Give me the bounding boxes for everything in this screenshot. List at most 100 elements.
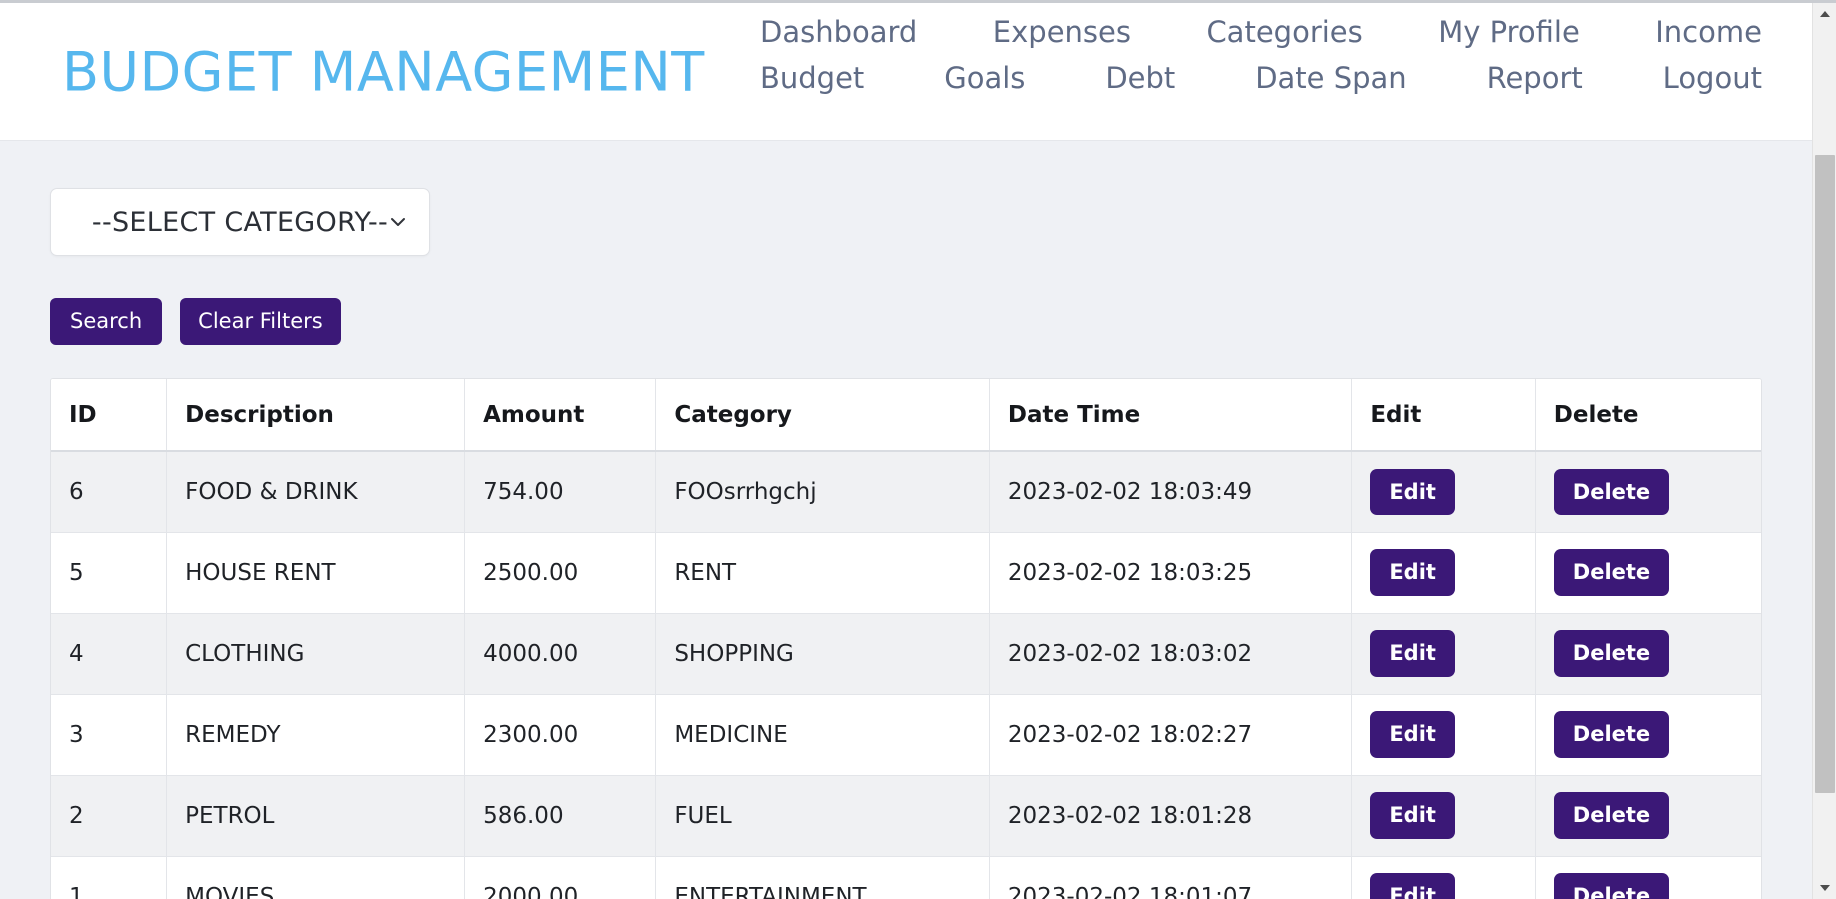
vertical-scrollbar[interactable] [1812, 3, 1836, 899]
delete-button[interactable]: Delete [1553, 468, 1670, 515]
search-button[interactable]: Search [50, 298, 163, 345]
nav-row-secondary: Budget Goals Debt Date Span Report Logout [760, 61, 1782, 95]
col-header-description: Description [166, 379, 466, 452]
cell-description: CLOTHING [166, 613, 466, 695]
cell-amount: 2000.00 [464, 856, 657, 899]
cell-delete: Delete [1535, 694, 1761, 776]
edit-button[interactable]: Edit [1370, 873, 1455, 899]
nav-report[interactable]: Report [1487, 61, 1583, 95]
edit-button[interactable]: Edit [1370, 549, 1455, 596]
chevron-down-icon [389, 213, 407, 231]
scrollbar-thumb[interactable] [1815, 155, 1835, 793]
nav-expenses[interactable]: Expenses [993, 15, 1131, 49]
cell-datetime: 2023-02-02 18:03:25 [989, 532, 1353, 614]
category-select[interactable]: --SELECT CATEGORY-- [50, 188, 430, 256]
cell-category: RENT [655, 532, 990, 614]
cell-id: 6 [51, 451, 168, 533]
table-row: 1 MOVIES 2000.00 ENTERTAINMENT 2023-02-02 18… [51, 856, 1761, 899]
category-filter: --SELECT CATEGORY-- [50, 188, 430, 256]
edit-button[interactable]: Edit [1370, 792, 1455, 839]
col-header-amount: Amount [464, 379, 657, 452]
table-header-row: ID Description Amount Category Date Time… [51, 379, 1761, 452]
cell-category: ENTERTAINMENT [655, 856, 990, 899]
nav-debt[interactable]: Debt [1105, 61, 1175, 95]
delete-button[interactable]: Delete [1553, 873, 1670, 899]
nav-row-primary: Dashboard Expenses Categories My Profile Inc… [760, 15, 1782, 49]
delete-button[interactable]: Delete [1553, 630, 1670, 677]
cell-id: 2 [51, 775, 168, 857]
cell-delete: Delete [1535, 532, 1761, 614]
nav-income[interactable]: Income [1655, 15, 1762, 49]
cell-edit: Edit [1351, 451, 1536, 533]
cell-description: REMEDY [166, 694, 466, 776]
delete-button[interactable]: Delete [1553, 711, 1670, 758]
category-select-value: --SELECT CATEGORY-- [91, 206, 389, 238]
col-header-id: ID [51, 379, 168, 452]
cell-category: FUEL [655, 775, 990, 857]
budget-management-page: By Category --SELECT CATEGORY-- Search C… [0, 0, 1836, 899]
cell-amount: 4000.00 [464, 613, 657, 695]
cell-category: MEDICINE [655, 694, 990, 776]
cell-amount: 754.00 [464, 451, 657, 533]
cell-id: 4 [51, 613, 168, 695]
expenses-table-container: ID Description Amount Category Date Time… [50, 378, 1762, 899]
cell-edit: Edit [1351, 613, 1536, 695]
cell-datetime: 2023-02-02 18:03:02 [989, 613, 1353, 695]
cell-category: SHOPPING [655, 613, 990, 695]
nav-goals[interactable]: Goals [944, 61, 1025, 95]
cell-id: 3 [51, 694, 168, 776]
col-header-edit: Edit [1351, 379, 1536, 452]
col-header-category: Category [655, 379, 990, 452]
nav-my-profile[interactable]: My Profile [1438, 15, 1580, 49]
cell-description: FOOD & DRINK [166, 451, 466, 533]
filter-actions: Search Clear Filters [50, 298, 341, 345]
nav-categories[interactable]: Categories [1206, 15, 1362, 49]
brand-title[interactable]: BUDGET MANAGEMENT [62, 40, 705, 103]
expenses-table-head: ID Description Amount Category Date Time… [51, 379, 1761, 452]
navbar: BUDGET MANAGEMENT Dashboard Expenses Categ… [0, 3, 1812, 140]
cell-id: 1 [51, 856, 168, 899]
scroll-up-arrow-icon[interactable] [1813, 3, 1836, 25]
cell-edit: Edit [1351, 694, 1536, 776]
table-row: 4 CLOTHING 4000.00 SHOPPING 2023-02-02 18:03… [51, 613, 1761, 695]
cell-amount: 2500.00 [464, 532, 657, 614]
nav-date-span[interactable]: Date Span [1255, 61, 1407, 95]
cell-amount: 586.00 [464, 775, 657, 857]
cell-datetime: 2023-02-02 18:02:27 [989, 694, 1353, 776]
cell-id: 5 [51, 532, 168, 614]
edit-button[interactable]: Edit [1370, 468, 1455, 515]
delete-button[interactable]: Delete [1553, 549, 1670, 596]
clear-filters-button[interactable]: Clear Filters [180, 298, 341, 345]
cell-description: MOVIES [166, 856, 466, 899]
cell-datetime: 2023-02-02 18:03:49 [989, 451, 1353, 533]
expenses-table: ID Description Amount Category Date Time… [51, 379, 1761, 899]
col-header-delete: Delete [1535, 379, 1761, 452]
cell-delete: Delete [1535, 613, 1761, 695]
cell-edit: Edit [1351, 856, 1536, 899]
cell-delete: Delete [1535, 775, 1761, 857]
cell-description: PETROL [166, 775, 466, 857]
cell-datetime: 2023-02-02 18:01:07 [989, 856, 1353, 899]
cell-category: FOOsrrhgchj [655, 451, 990, 533]
nav-links: Dashboard Expenses Categories My Profile Inc… [760, 15, 1782, 95]
cell-delete: Delete [1535, 856, 1761, 899]
delete-button[interactable]: Delete [1553, 792, 1670, 839]
nav-dashboard[interactable]: Dashboard [760, 15, 917, 49]
cell-description: HOUSE RENT [166, 532, 466, 614]
nav-budget[interactable]: Budget [760, 61, 864, 95]
cell-delete: Delete [1535, 451, 1761, 533]
col-header-datetime: Date Time [989, 379, 1353, 452]
nav-logout[interactable]: Logout [1663, 61, 1762, 95]
edit-button[interactable]: Edit [1370, 630, 1455, 677]
cell-datetime: 2023-02-02 18:01:28 [989, 775, 1353, 857]
table-row: 6 FOOD & DRINK 754.00 FOOsrrhgchj 2023-02-02… [51, 451, 1761, 533]
table-row: 2 PETROL 586.00 FUEL 2023-02-02 18:01:28 Edit… [51, 775, 1761, 857]
table-row: 3 REMEDY 2300.00 MEDICINE 2023-02-02 18:02:2… [51, 694, 1761, 776]
cell-amount: 2300.00 [464, 694, 657, 776]
table-row: 5 HOUSE RENT 2500.00 RENT 2023-02-02 18:03:2… [51, 532, 1761, 614]
cell-edit: Edit [1351, 532, 1536, 614]
cell-edit: Edit [1351, 775, 1536, 857]
scroll-down-arrow-icon[interactable] [1813, 877, 1836, 899]
expenses-table-body: 6 FOOD & DRINK 754.00 FOOsrrhgchj 2023-02-02… [51, 451, 1761, 899]
edit-button[interactable]: Edit [1370, 711, 1455, 758]
